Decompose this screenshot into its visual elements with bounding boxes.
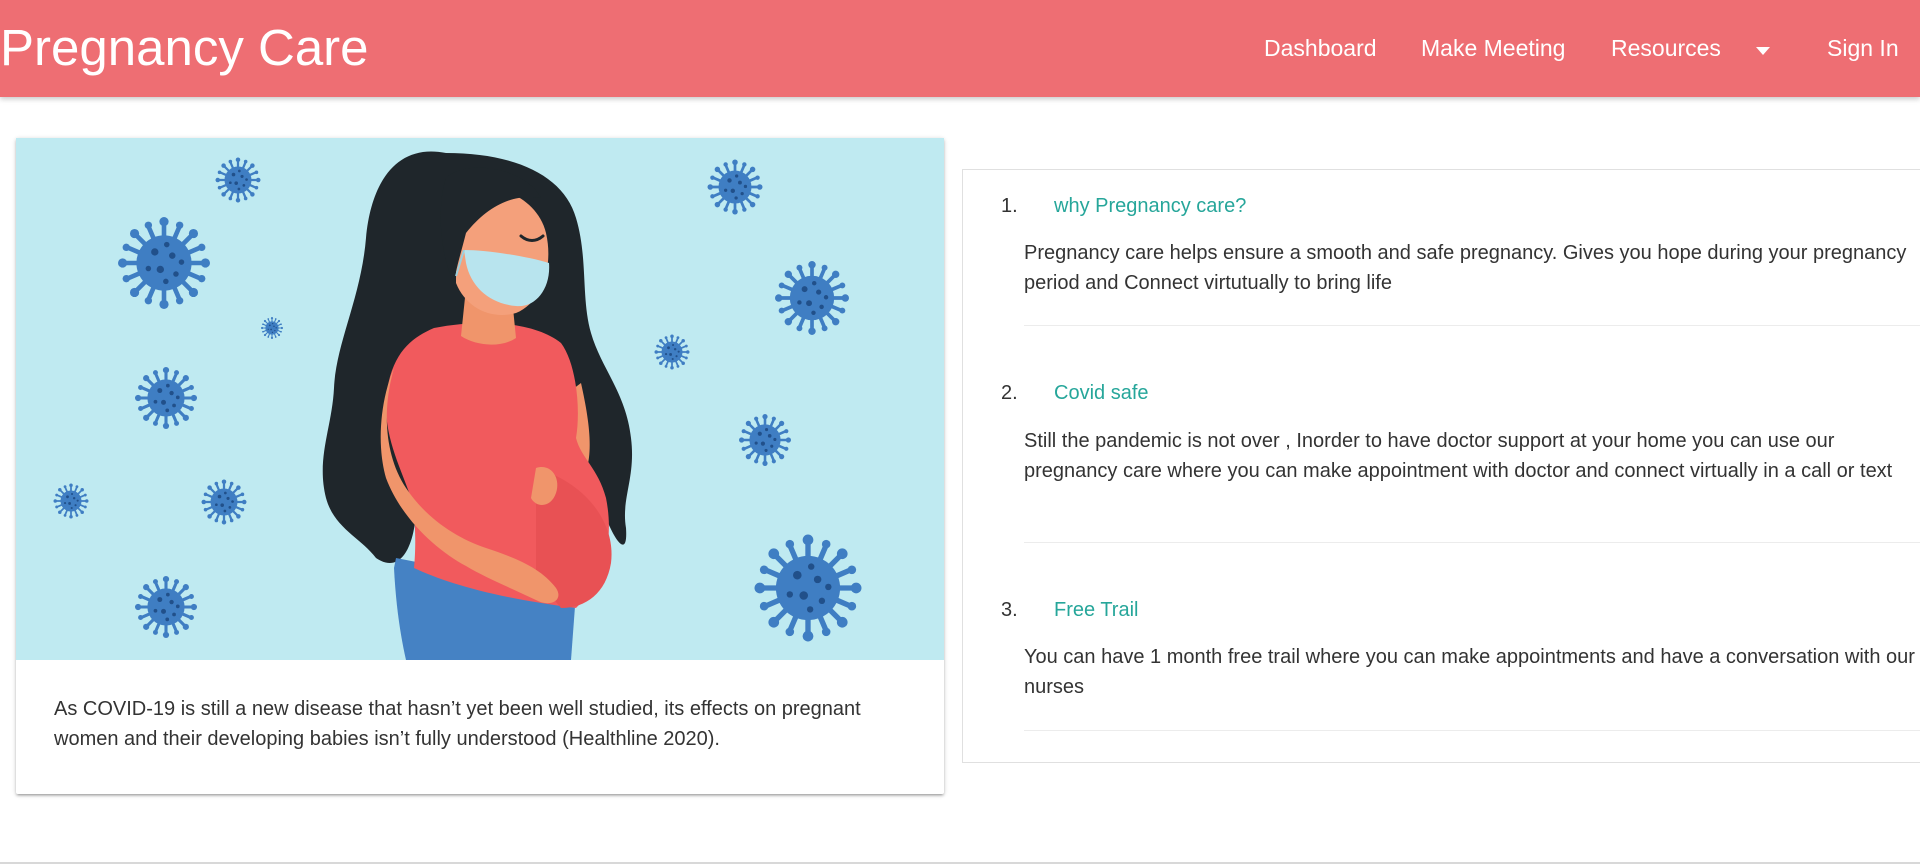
- list-item-body: Still the pandemic is not over , Inorder…: [1024, 430, 1893, 482]
- list-item-title[interactable]: why Pregnancy care?: [1054, 191, 1246, 221]
- card-caption: As COVID-19 is still a new disease that …: [54, 698, 861, 750]
- nav-sign-in-link[interactable]: Sign In: [1827, 33, 1899, 63]
- list-item: 1. why Pregnancy care? Pregnancy care he…: [963, 191, 1920, 326]
- divider: [1024, 542, 1920, 543]
- nav-resources-dropdown[interactable]: Resources: [1611, 33, 1721, 63]
- list-item-title[interactable]: Covid safe: [1054, 378, 1149, 408]
- list-item-body: You can have 1 month free trail where yo…: [1024, 646, 1915, 698]
- info-card: As COVID-19 is still a new disease that …: [16, 138, 944, 794]
- divider: [1024, 325, 1920, 326]
- nav-make-meeting-link[interactable]: Make Meeting: [1421, 33, 1565, 63]
- list-item: 2. Covid safe Still the pandemic is not …: [963, 378, 1920, 548]
- list-item-number: 2.: [1001, 382, 1018, 404]
- list-item: 3. Free Trail You can have 1 month free …: [963, 595, 1920, 735]
- brand-logo[interactable]: Pregnancy Care: [0, 20, 369, 76]
- page-bottom-divider: [0, 862, 1920, 864]
- list-item-body: Pregnancy care helps ensure a smooth and…: [1024, 242, 1907, 294]
- list-item-number: 3.: [1001, 599, 1018, 621]
- list-item-title[interactable]: Free Trail: [1054, 595, 1138, 625]
- nav-dashboard-link[interactable]: Dashboard: [1264, 33, 1377, 63]
- list-item-number: 1.: [1001, 195, 1018, 217]
- pregnancy-illustration: [16, 138, 944, 660]
- feature-list: 1. why Pregnancy care? Pregnancy care he…: [962, 169, 1920, 763]
- navbar: Pregnancy Care Dashboard Make Meeting Re…: [0, 0, 1920, 97]
- caret-down-icon[interactable]: [1753, 38, 1773, 58]
- divider: [1024, 730, 1920, 731]
